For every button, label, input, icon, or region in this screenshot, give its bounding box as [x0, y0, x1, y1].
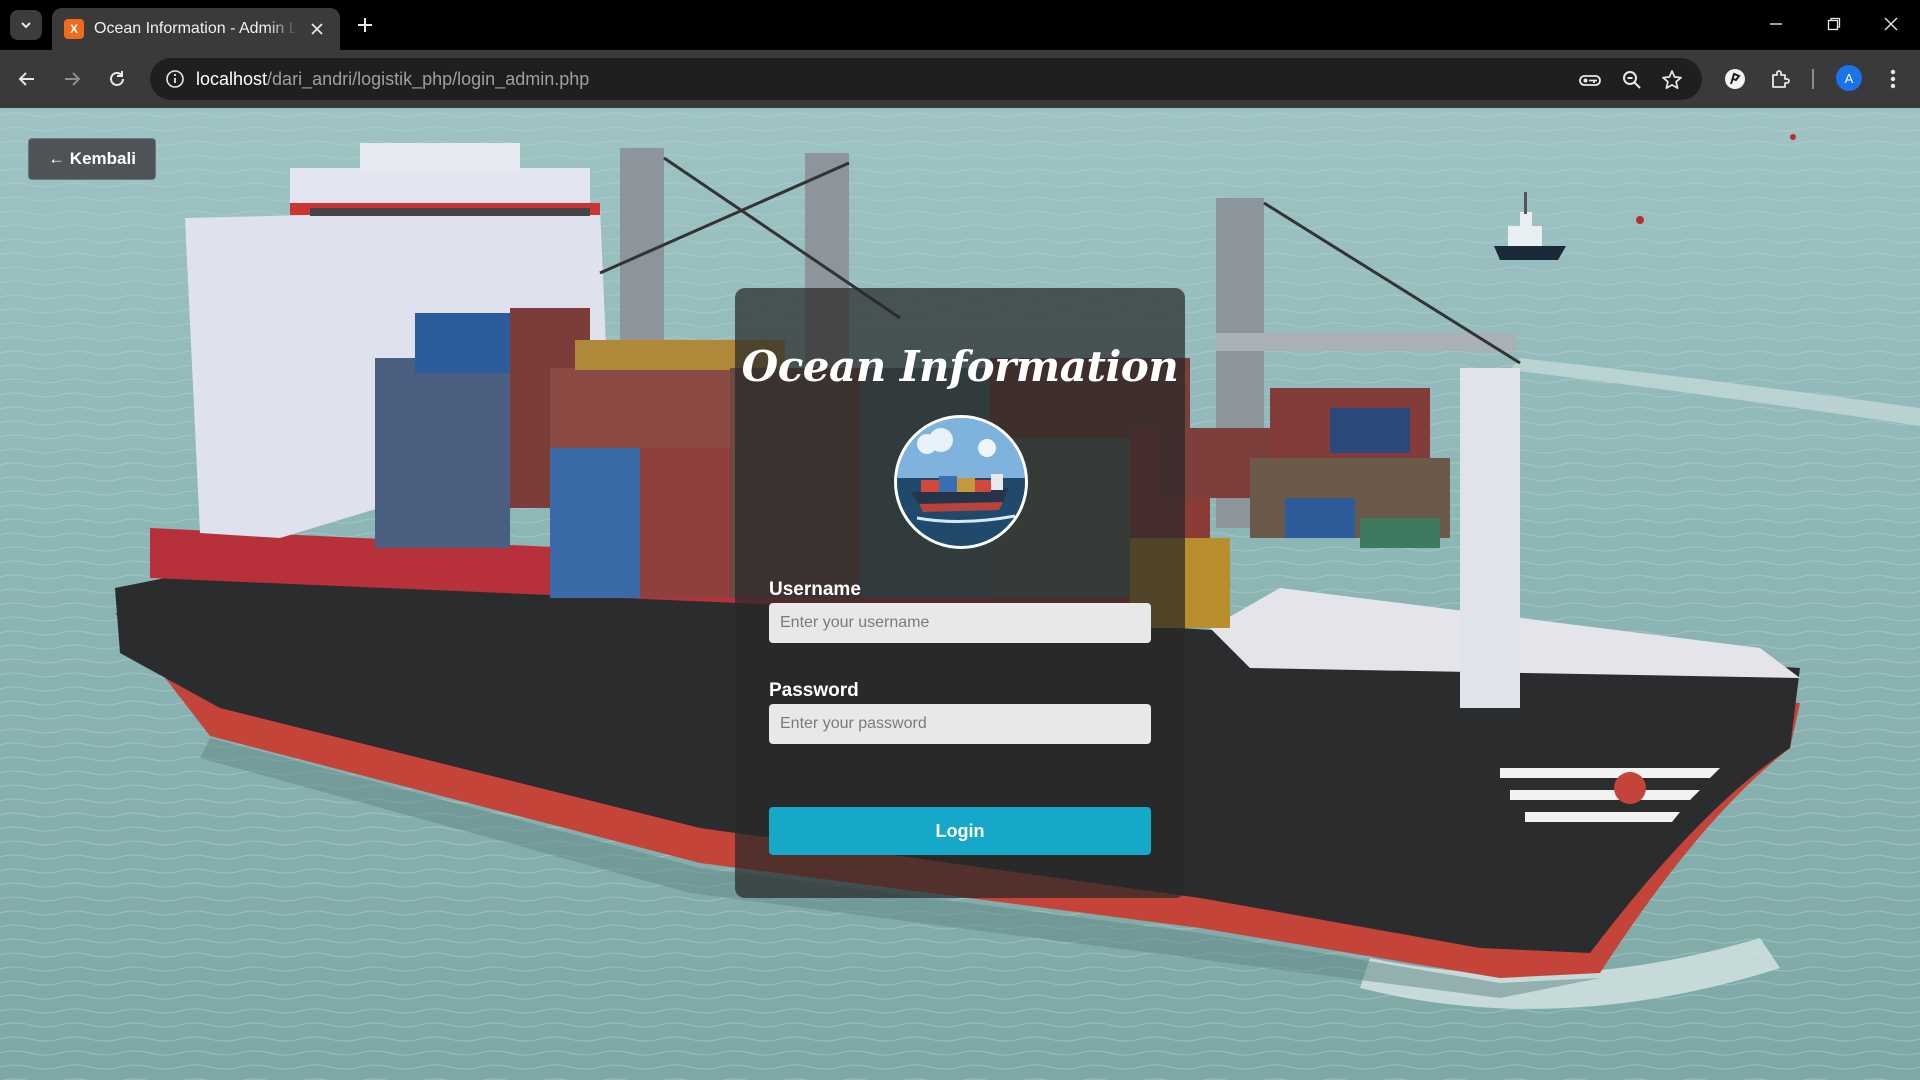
- toolbar-separator: [1812, 69, 1814, 89]
- zoom-icon: [1623, 71, 1641, 89]
- browser-toolbar: localhost/dari_andri/logistik_php/login_…: [0, 50, 1920, 108]
- extension-app-icon: [1725, 69, 1745, 89]
- back-nav-button[interactable]: [12, 64, 42, 94]
- reload-button[interactable]: [102, 64, 132, 94]
- close-tab-button[interactable]: [306, 18, 328, 40]
- username-input[interactable]: [769, 603, 1151, 643]
- password-label: Password: [769, 680, 859, 701]
- close-window-button[interactable]: [1871, 8, 1911, 40]
- site-info-button[interactable]: [164, 68, 186, 90]
- reload-icon: [110, 71, 124, 86]
- extensions-button[interactable]: [1768, 66, 1794, 92]
- chevron-down-icon: [21, 22, 31, 29]
- extension-app-button[interactable]: [1722, 66, 1748, 92]
- kebab-menu-icon: [1890, 69, 1896, 89]
- restore-icon: [1827, 17, 1841, 31]
- page-viewport: ← Kembali Ocean Information Username Ent…: [0, 108, 1920, 1080]
- password-manager-button[interactable]: [1578, 68, 1602, 92]
- forward-nav-button[interactable]: [57, 64, 87, 94]
- username-label: Username: [769, 579, 861, 600]
- tab-title: Ocean Information - Admin Login: [94, 20, 298, 37]
- zoom-button[interactable]: [1620, 68, 1644, 92]
- profile-avatar[interactable]: A: [1836, 65, 1862, 91]
- minimize-icon: [1770, 23, 1782, 25]
- key-icon: [1579, 75, 1601, 86]
- page-title: Ocean Information: [741, 342, 1179, 391]
- puzzle-icon: [1772, 70, 1790, 88]
- password-input[interactable]: [769, 704, 1151, 744]
- ship-logo-image: [897, 418, 1025, 546]
- login-card: Ocean Information Username Password: [735, 288, 1185, 898]
- url-path: /dari_andri/logistik_php/login_admin.php: [267, 68, 590, 89]
- url-host: localhost: [196, 68, 268, 89]
- browser-tab-strip: X Ocean Information - Admin Login: [0, 0, 1920, 50]
- info-icon: [166, 70, 184, 88]
- ship-logo: [894, 415, 1028, 549]
- restore-button[interactable]: [1814, 8, 1854, 40]
- xampp-favicon-icon: X: [64, 19, 84, 39]
- url-text: localhost/dari_andri/logistik_php/login_…: [196, 69, 589, 90]
- bookmark-button[interactable]: [1660, 68, 1684, 92]
- browser-menu-button[interactable]: [1880, 66, 1906, 92]
- close-icon: [1884, 17, 1898, 31]
- plus-icon: [358, 18, 372, 32]
- tab-search-button[interactable]: [10, 10, 42, 40]
- star-icon: [1662, 70, 1682, 90]
- arrow-right-icon: [65, 72, 81, 86]
- arrow-left-icon: [18, 72, 34, 86]
- address-bar[interactable]: localhost/dari_andri/logistik_php/login_…: [150, 58, 1702, 100]
- minimize-button[interactable]: [1756, 8, 1796, 40]
- login-button[interactable]: Login: [769, 807, 1151, 855]
- new-tab-button[interactable]: [352, 12, 378, 38]
- close-icon: [311, 23, 323, 35]
- back-button[interactable]: ← Kembali: [28, 138, 156, 180]
- browser-tab-active[interactable]: X Ocean Information - Admin Login: [52, 8, 340, 50]
